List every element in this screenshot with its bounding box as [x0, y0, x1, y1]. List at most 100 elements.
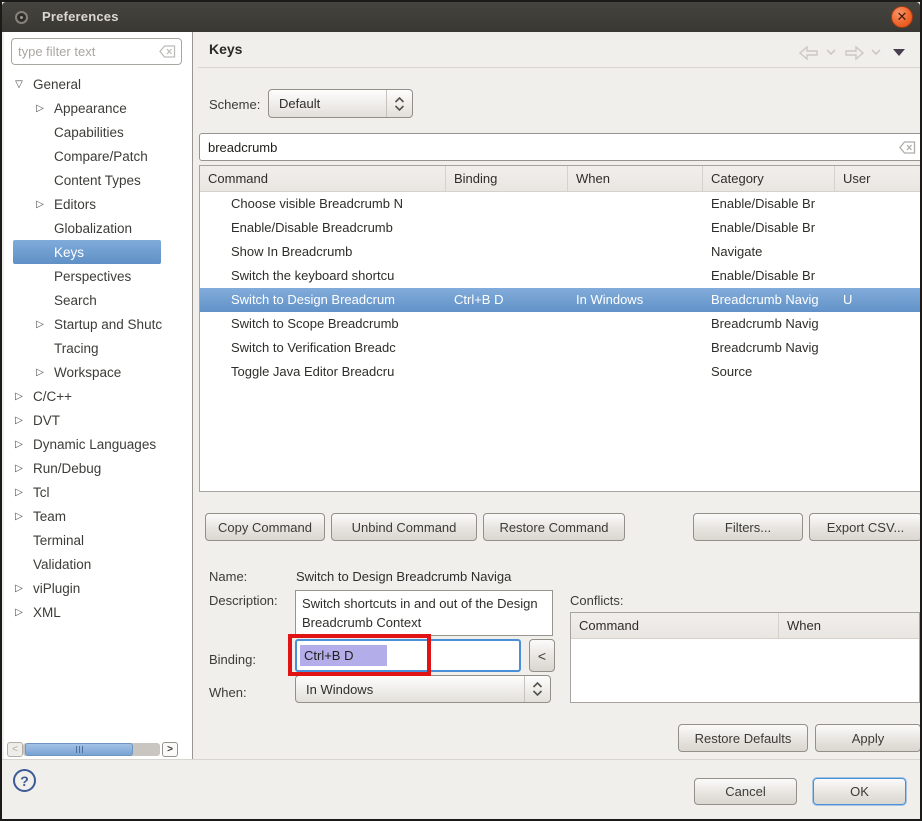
- back-arrow-icon[interactable]: [799, 45, 819, 61]
- capture-key-button[interactable]: <: [529, 639, 555, 672]
- sidebar-item-dynamic-languages[interactable]: ▷Dynamic Languages: [4, 432, 191, 456]
- cell-user: [835, 312, 922, 336]
- table-header-row: CommandBindingWhenCategoryUser: [200, 166, 922, 192]
- view-menu-icon[interactable]: [892, 48, 906, 57]
- expander-right-icon[interactable]: ▷: [12, 583, 26, 594]
- cell-category: Navigate: [703, 240, 835, 264]
- cell-binding: [446, 360, 568, 384]
- sidebar-item-capabilities[interactable]: Capabilities: [4, 120, 191, 144]
- table-row[interactable]: Show In BreadcrumbNavigate: [200, 240, 922, 264]
- ok-button[interactable]: OK: [813, 778, 906, 805]
- sidebar-horizontal-scrollbar[interactable]: < >: [4, 742, 193, 758]
- apply-button[interactable]: Apply: [815, 724, 921, 752]
- description-label: Description:: [209, 593, 278, 608]
- sidebar-item-team[interactable]: ▷Team: [4, 504, 191, 528]
- filters-button[interactable]: Filters...: [693, 513, 803, 541]
- sidebar-item-editors[interactable]: ▷ Editors: [4, 192, 191, 216]
- expander-right-icon[interactable]: ▷: [12, 487, 26, 498]
- tree-item-label: Globalization: [54, 221, 132, 236]
- close-icon[interactable]: ✕: [891, 6, 913, 28]
- table-row[interactable]: Switch to Design BreadcrumCtrl+B DIn Win…: [200, 288, 922, 312]
- conflicts-label: Conflicts:: [570, 593, 623, 608]
- column-header-binding[interactable]: Binding: [446, 166, 568, 191]
- scroll-left-icon[interactable]: <: [7, 742, 23, 757]
- expander-right-icon[interactable]: ▷: [12, 511, 26, 522]
- table-row[interactable]: Switch to Verification BreadcBreadcrumb …: [200, 336, 922, 360]
- column-header-user[interactable]: User: [835, 166, 922, 191]
- sidebar-item-xml[interactable]: ▷XML: [4, 600, 191, 624]
- sidebar-item-perspectives[interactable]: Perspectives: [4, 264, 191, 288]
- sidebar-item-validation[interactable]: Validation: [4, 552, 191, 576]
- restore-command-button[interactable]: Restore Command: [483, 513, 625, 541]
- export-csv-button[interactable]: Export CSV...: [809, 513, 922, 541]
- sidebar-item-tracing[interactable]: Tracing: [4, 336, 191, 360]
- titlebar[interactable]: Preferences ✕: [2, 2, 920, 32]
- scroll-right-icon[interactable]: >: [162, 742, 178, 757]
- scheme-select[interactable]: Default: [268, 89, 413, 118]
- sidebar-item-content-types[interactable]: Content Types: [4, 168, 191, 192]
- column-header-command[interactable]: Command: [200, 166, 446, 191]
- expander-right-icon[interactable]: ▷: [12, 607, 26, 618]
- table-row[interactable]: Choose visible Breadcrumb NEnable/Disabl…: [200, 192, 922, 216]
- sidebar-item-tcl[interactable]: ▷ Tcl: [4, 480, 191, 504]
- sidebar-item-appearance[interactable]: ▷Appearance: [4, 96, 191, 120]
- expander-right-icon[interactable]: ▷: [33, 103, 47, 114]
- table-body: Choose visible Breadcrumb NEnable/Disabl…: [200, 192, 922, 384]
- clear-filter-icon[interactable]: [159, 45, 176, 58]
- expander-right-icon[interactable]: ▷: [12, 439, 26, 450]
- unbind-command-button[interactable]: Unbind Command: [331, 513, 477, 541]
- forward-arrow-icon[interactable]: [844, 45, 864, 61]
- sidebar-item-startup-and-shutc[interactable]: ▷Startup and Shutc: [4, 312, 191, 336]
- copy-command-button[interactable]: Copy Command: [205, 513, 325, 541]
- column-header-category[interactable]: Category: [703, 166, 835, 191]
- restore-defaults-button[interactable]: Restore Defaults: [678, 724, 808, 752]
- when-select[interactable]: In Windows: [295, 675, 551, 703]
- command-filter-input[interactable]: [208, 136, 888, 158]
- sidebar-item-search[interactable]: Search: [4, 288, 191, 312]
- scrollbar-thumb[interactable]: [25, 743, 133, 756]
- table-row[interactable]: Enable/Disable BreadcrumbEnable/Disable …: [200, 216, 922, 240]
- scrollbar-track[interactable]: [23, 743, 160, 756]
- conflicts-when-column-header[interactable]: When: [779, 613, 919, 638]
- tree-item-label: Tcl: [33, 485, 50, 500]
- cell-when: [568, 264, 703, 288]
- tree-item-label: Editors: [54, 197, 96, 212]
- column-header-when[interactable]: When: [568, 166, 703, 191]
- sidebar-item-run-debug[interactable]: ▷Run/Debug: [4, 456, 191, 480]
- sidebar-item-workspace[interactable]: ▷Workspace: [4, 360, 191, 384]
- table-row[interactable]: Toggle Java Editor BreadcruSource: [200, 360, 922, 384]
- help-icon[interactable]: ?: [13, 769, 36, 792]
- clear-search-icon[interactable]: [899, 141, 916, 154]
- expander-down-icon[interactable]: ▽: [12, 79, 26, 90]
- expander-right-icon[interactable]: ▷: [33, 319, 47, 330]
- tree-item-label: DVT: [33, 413, 60, 428]
- expander-right-icon[interactable]: ▷: [33, 199, 47, 210]
- table-row[interactable]: Switch the keyboard shortcuEnable/Disabl…: [200, 264, 922, 288]
- tree-item-label: Content Types: [54, 173, 141, 188]
- sidebar-item-terminal[interactable]: Terminal: [4, 528, 191, 552]
- sidebar-item-general[interactable]: ▽General: [4, 72, 191, 96]
- sidebar-item-viplugin[interactable]: ▷viPlugin: [4, 576, 191, 600]
- table-row[interactable]: Switch to Scope BreadcrumbBreadcrumb Nav…: [200, 312, 922, 336]
- back-history-chevron-icon[interactable]: [826, 49, 836, 56]
- cell-command: Enable/Disable Breadcrumb: [200, 216, 446, 240]
- preferences-tree: ▽General▷Appearance Capabilities Compare/P…: [4, 72, 191, 624]
- sidebar-item-c-c-[interactable]: ▷C/C++: [4, 384, 191, 408]
- tree-item-label: Capabilities: [54, 125, 124, 140]
- sidebar-item-keys[interactable]: Keys: [4, 240, 191, 264]
- sidebar-item-dvt[interactable]: ▷ DVT: [4, 408, 191, 432]
- expander-right-icon[interactable]: ▷: [12, 391, 26, 402]
- cell-binding: [446, 216, 568, 240]
- tree-filter-field[interactable]: [11, 38, 182, 65]
- expander-right-icon[interactable]: ▷: [33, 367, 47, 378]
- sidebar-item-globalization[interactable]: Globalization: [4, 216, 191, 240]
- cancel-button[interactable]: Cancel: [694, 778, 797, 805]
- command-filter-field[interactable]: [199, 133, 922, 161]
- forward-history-chevron-icon[interactable]: [871, 49, 881, 56]
- tree-filter-input[interactable]: [18, 40, 156, 63]
- expander-right-icon[interactable]: ▷: [12, 415, 26, 426]
- expander-right-icon[interactable]: ▷: [12, 463, 26, 474]
- window-menu-icon[interactable]: [15, 11, 28, 24]
- sidebar-item-compare-patch[interactable]: Compare/Patch: [4, 144, 191, 168]
- conflicts-command-column-header[interactable]: Command: [571, 613, 779, 638]
